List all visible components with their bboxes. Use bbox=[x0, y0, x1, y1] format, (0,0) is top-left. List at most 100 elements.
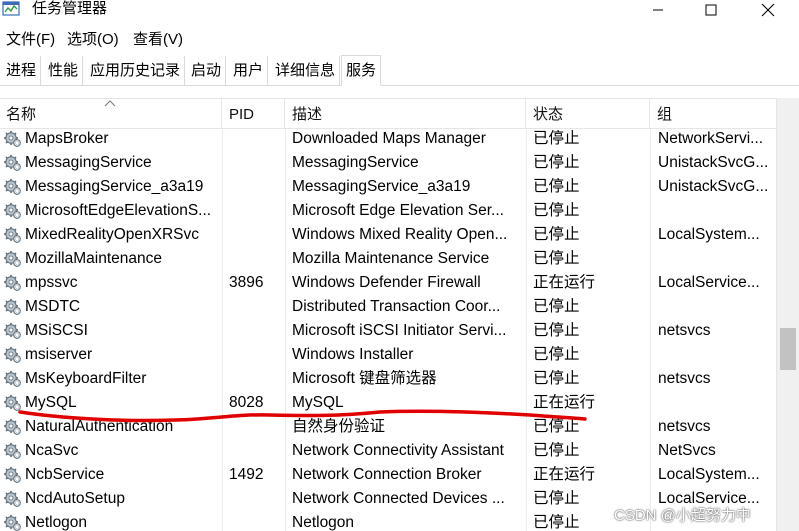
service-row[interactable]: MixedRealityOpenXRSvc Windows Mixed Reali… bbox=[0, 223, 776, 247]
service-row[interactable]: MsKeyboardFilter Microsoft 键盘筛选器 已停止 netsvc… bbox=[0, 367, 776, 391]
service-pid bbox=[229, 175, 284, 199]
service-status: 正在运行 bbox=[533, 394, 596, 411]
service-name: MixedRealityOpenXRSvc bbox=[25, 226, 200, 243]
service-status: 正在运行 bbox=[533, 466, 596, 483]
service-group: UnistackSvcG... bbox=[658, 178, 769, 195]
minimize-button[interactable] bbox=[635, 0, 681, 20]
tab-users[interactable]: 用户 bbox=[229, 56, 269, 85]
service-pid bbox=[229, 151, 284, 175]
close-button[interactable] bbox=[745, 0, 791, 20]
service-gear-icon bbox=[4, 395, 21, 411]
tab-app-history[interactable]: 应用历史记录 bbox=[86, 56, 186, 85]
service-group: LocalSystem... bbox=[658, 226, 760, 243]
maximize-button[interactable] bbox=[688, 0, 734, 20]
service-description: Mozilla Maintenance Service bbox=[292, 250, 490, 267]
maximize-icon bbox=[705, 4, 717, 16]
tab-details[interactable]: 详细信息 bbox=[271, 56, 341, 85]
service-row[interactable]: MSiSCSI Microsoft iSCSI Initiator Servi..… bbox=[0, 319, 776, 343]
service-name: NcaSvc bbox=[25, 442, 79, 459]
service-row[interactable]: MySQL 8028 MySQL 正在运行 bbox=[0, 391, 776, 415]
service-gear-icon bbox=[4, 347, 21, 363]
service-gear-icon bbox=[4, 371, 21, 387]
vertical-scrollbar[interactable] bbox=[776, 98, 799, 531]
minimize-icon bbox=[653, 9, 663, 11]
toolbar-gap bbox=[0, 87, 799, 97]
service-pid bbox=[229, 199, 284, 223]
service-group: LocalSystem... bbox=[658, 466, 760, 483]
service-description: MessagingService bbox=[292, 154, 419, 171]
title-bar: 任务管理器 bbox=[0, 0, 799, 24]
task-manager-icon bbox=[2, 1, 20, 16]
service-row[interactable]: MozillaMaintenance Mozilla Maintenance Se… bbox=[0, 247, 776, 271]
service-status: 已停止 bbox=[533, 442, 580, 459]
service-row[interactable]: MessagingService_a3a19 MessagingService_a… bbox=[0, 175, 776, 199]
service-row[interactable]: MSDTC Distributed Transaction Coor... 已停止 bbox=[0, 295, 776, 319]
service-name: Netlogon bbox=[25, 514, 88, 531]
menu-file[interactable]: 文件(F) bbox=[6, 28, 55, 52]
service-group: netsvcs bbox=[658, 370, 711, 387]
service-gear-icon bbox=[4, 491, 21, 507]
service-row[interactable]: NcaSvc Network Connectivity Assistant 已停止 N… bbox=[0, 439, 776, 463]
service-name: MicrosoftEdgeElevationS... bbox=[25, 202, 212, 219]
service-group bbox=[658, 295, 774, 319]
service-description: Network Connectivity Assistant bbox=[292, 442, 504, 459]
service-row[interactable]: NcbService 1492 Network Connection Broker 正… bbox=[0, 463, 776, 487]
services-table: 名称 PID 描述 状态 组 MapsBroker Downloaded Maps… bbox=[0, 98, 776, 531]
service-gear-icon bbox=[4, 467, 21, 483]
service-status: 已停止 bbox=[533, 154, 580, 171]
service-name: MapsBroker bbox=[25, 130, 109, 147]
service-name: NcdAutoSetup bbox=[25, 490, 125, 507]
menu-view[interactable]: 查看(V) bbox=[133, 28, 183, 52]
service-description: MySQL bbox=[292, 394, 344, 411]
scrollbar-thumb[interactable] bbox=[780, 328, 796, 370]
service-group bbox=[658, 343, 774, 367]
service-gear-icon bbox=[4, 515, 21, 531]
service-group: LocalService... bbox=[658, 274, 760, 291]
service-row[interactable]: mpssvc 3896 Windows Defender Firewall 正在运行 L… bbox=[0, 271, 776, 295]
service-gear-icon bbox=[4, 443, 21, 459]
column-header-group[interactable]: 组 bbox=[651, 99, 776, 129]
service-status: 已停止 bbox=[533, 250, 580, 267]
service-description: Netlogon bbox=[292, 514, 355, 531]
service-gear-icon bbox=[4, 275, 21, 291]
service-gear-icon bbox=[4, 251, 21, 267]
service-gear-icon bbox=[4, 203, 21, 219]
tab-startup[interactable]: 启动 bbox=[187, 56, 227, 85]
service-status: 已停止 bbox=[533, 418, 580, 435]
service-status: 正在运行 bbox=[533, 274, 596, 291]
service-status: 已停止 bbox=[533, 226, 580, 243]
service-row[interactable]: NaturalAuthentication 自然身份验证 已停止 netsvcs bbox=[0, 415, 776, 439]
service-status: 已停止 bbox=[533, 298, 580, 315]
service-description: MessagingService_a3a19 bbox=[292, 178, 471, 195]
tab-processes[interactable]: 进程 bbox=[2, 56, 42, 85]
tab-services[interactable]: 服务 bbox=[341, 55, 382, 86]
tab-performance[interactable]: 性能 bbox=[44, 56, 84, 85]
service-name: MySQL bbox=[25, 394, 77, 411]
service-group: netsvcs bbox=[658, 322, 711, 339]
window-title: 任务管理器 bbox=[32, 0, 108, 17]
service-gear-icon bbox=[4, 179, 21, 195]
service-row[interactable]: MapsBroker Downloaded Maps Manager 已停止 Netw… bbox=[0, 127, 776, 151]
watermark: CSDN @小超努力中 bbox=[614, 507, 751, 524]
service-group bbox=[658, 199, 774, 223]
service-row[interactable]: MicrosoftEdgeElevationS... Microsoft Edge… bbox=[0, 199, 776, 223]
service-group bbox=[658, 391, 774, 415]
service-row[interactable]: msiserver Windows Installer 已停止 bbox=[0, 343, 776, 367]
close-icon bbox=[761, 3, 775, 17]
service-pid: 8028 bbox=[229, 394, 264, 411]
service-description: Network Connected Devices ... bbox=[292, 490, 505, 507]
service-group: NetworkServi... bbox=[658, 130, 764, 147]
column-header-status[interactable]: 状态 bbox=[527, 99, 650, 129]
service-pid bbox=[229, 343, 284, 367]
service-row[interactable]: MessagingService MessagingService 已停止 Unist… bbox=[0, 151, 776, 175]
service-pid bbox=[229, 415, 284, 439]
column-header-pid[interactable]: PID bbox=[223, 99, 285, 129]
service-name: MsKeyboardFilter bbox=[25, 370, 147, 387]
column-header-description[interactable]: 描述 bbox=[286, 99, 526, 129]
tab-bar: 进程 性能 应用历史记录 启动 用户 详细信息 服务 bbox=[0, 55, 799, 86]
service-name: MSDTC bbox=[25, 298, 81, 315]
service-pid bbox=[229, 439, 284, 463]
service-description: 自然身份验证 bbox=[292, 418, 386, 435]
menu-options[interactable]: 选项(O) bbox=[67, 28, 119, 52]
service-gear-icon bbox=[4, 419, 21, 435]
